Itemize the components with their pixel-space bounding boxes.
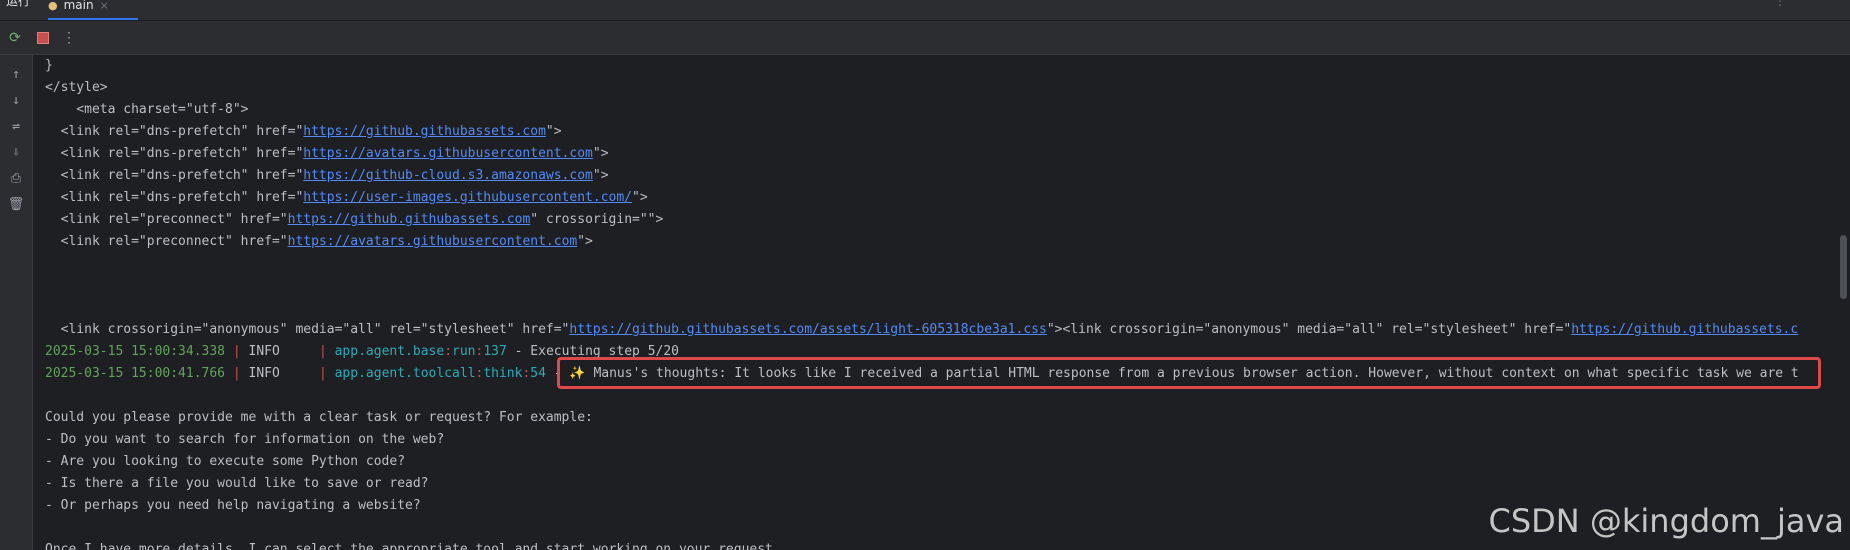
console-text: <meta charset="utf-8"> xyxy=(45,102,249,117)
console-link[interactable]: https://github.githubassets.com xyxy=(288,212,531,227)
console-text: - Or perhaps you need help navigating a … xyxy=(45,498,421,513)
console-line: <link crossorigin="anonymous" media="all… xyxy=(45,319,1836,341)
run-tool-window-title: 运行 xyxy=(6,0,31,8)
console-line: - Are you looking to execute some Python… xyxy=(45,451,1836,473)
log-level: INFO xyxy=(248,344,312,359)
vertical-scrollbar[interactable] xyxy=(1836,55,1850,550)
log-separator: | xyxy=(311,366,335,381)
toolbar-more-icon[interactable]: ⋮ xyxy=(62,30,76,46)
console-text: "> xyxy=(577,234,593,249)
console-text: - Are you looking to execute some Python… xyxy=(45,454,406,469)
tool-window-header: 运行 ● main × ⋮ xyxy=(0,0,1850,21)
console-line: <meta charset="utf-8"> xyxy=(45,99,1836,121)
stop-button[interactable] xyxy=(30,25,56,51)
console-line: <link rel="preconnect" href="https://git… xyxy=(45,209,1836,231)
scroll-down-icon[interactable]: ↓ xyxy=(0,87,32,113)
console-text: <link crossorigin="anonymous" media="all… xyxy=(45,322,570,337)
console-text: <link rel="dns-prefetch" href=" xyxy=(45,190,304,205)
console-text: "> xyxy=(632,190,648,205)
console-line: <link rel="dns-prefetch" href="https://a… xyxy=(45,143,1836,165)
console-text: Once I have more details, I can select t… xyxy=(45,542,781,550)
console-text: } xyxy=(45,58,53,73)
scroll-to-end-icon[interactable]: ⇩ xyxy=(0,139,32,165)
console-line: Could you please provide me with a clear… xyxy=(45,407,1836,429)
tab-main[interactable]: ● main × xyxy=(48,0,138,20)
tab-label: main xyxy=(63,0,94,12)
console-link[interactable]: https://github.githubassets.com/assets/l… xyxy=(569,322,1046,337)
log-colon: : xyxy=(444,344,453,359)
console-text: - Is there a file you would like to save… xyxy=(45,476,429,491)
console-link[interactable]: https://github-cloud.s3.amazonaws.com xyxy=(303,168,593,183)
console-text: - Do you want to search for information … xyxy=(45,432,445,447)
soft-wrap-icon[interactable]: ⇌ xyxy=(0,113,32,139)
log-separator: | xyxy=(311,344,335,359)
console-link[interactable]: https://github.githubassets.com xyxy=(303,124,546,139)
console-line: <link rel="dns-prefetch" href="https://u… xyxy=(45,187,1836,209)
console-text: "> xyxy=(592,146,609,161)
more-options-icon[interactable]: ⋮ xyxy=(1774,0,1786,8)
console-text: <link rel="dns-prefetch" href=" xyxy=(45,124,304,139)
console-line: <link rel="dns-prefetch" href="https://g… xyxy=(45,121,1836,143)
log-module: app.agent.toolcall xyxy=(334,366,476,381)
console-line: <link rel="dns-prefetch" href="https://g… xyxy=(45,165,1836,187)
log-line-number: 54 xyxy=(530,366,546,381)
rerun-icon[interactable]: ⟳ xyxy=(2,25,28,51)
console-text: " crossorigin=""> xyxy=(530,212,664,227)
console-text: "><link crossorigin="anonymous" media="a… xyxy=(1046,322,1572,337)
console-link[interactable]: https://avatars.githubusercontent.com xyxy=(288,234,578,249)
log-separator: | xyxy=(225,344,249,359)
console-text: <link rel="preconnect" href=" xyxy=(45,212,288,227)
console-line: - Do you want to search for information … xyxy=(45,429,1836,451)
console-text: "> xyxy=(592,168,609,183)
log-line-number: 137 xyxy=(483,344,507,359)
scroll-up-icon[interactable]: ↑ xyxy=(0,61,32,87)
console-link[interactable]: https://user-images.githubusercontent.co… xyxy=(303,190,632,205)
log-function: run xyxy=(452,344,476,359)
log-timestamp: 2025-03-15 15:00:41.766 xyxy=(45,366,226,381)
console-line: - Is there a file you would like to save… xyxy=(45,473,1836,495)
console-line: } xyxy=(45,55,1836,77)
console-output[interactable]: } </style> <meta charset="utf-8"> <link r… xyxy=(45,55,1836,550)
run-toolbar: ⟳ ⋮ xyxy=(0,21,1850,55)
watermark: CSDN @kingdom_java xyxy=(1488,502,1844,540)
log-level: INFO xyxy=(248,366,312,381)
close-tab-icon[interactable]: × xyxy=(100,0,109,12)
scrollbar-thumb[interactable] xyxy=(1840,235,1847,299)
console-side-toolbar: ↑ ↓ ⇌ ⇩ ⎙ 🗑 xyxy=(0,55,33,550)
log-module: app.agent.base xyxy=(334,344,445,359)
console-text: </style> xyxy=(45,80,108,95)
highlight-box xyxy=(557,357,1821,389)
console-text: <link rel="dns-prefetch" href=" xyxy=(45,168,304,183)
console-text: <link rel="dns-prefetch" href=" xyxy=(45,146,304,161)
console-line: <link rel="preconnect" href="https://ava… xyxy=(45,231,1836,253)
console-text: "> xyxy=(545,124,562,139)
console-line: Once I have more details, I can select t… xyxy=(45,539,1836,550)
console-line: </style> xyxy=(45,77,1836,99)
stop-icon xyxy=(37,31,49,44)
console-link[interactable]: https://avatars.githubusercontent.com xyxy=(303,146,593,161)
python-icon: ● xyxy=(48,0,58,12)
console-text: <link rel="preconnect" href=" xyxy=(45,234,288,249)
console-link[interactable]: https://github.githubassets.c xyxy=(1571,322,1798,337)
clear-all-icon[interactable]: 🗑 xyxy=(0,191,32,217)
log-function: think xyxy=(483,366,523,381)
log-separator: | xyxy=(225,366,249,381)
print-icon[interactable]: ⎙ xyxy=(0,165,32,191)
console-text: Could you please provide me with a clear… xyxy=(45,410,593,425)
log-timestamp: 2025-03-15 15:00:34.338 xyxy=(45,344,226,359)
